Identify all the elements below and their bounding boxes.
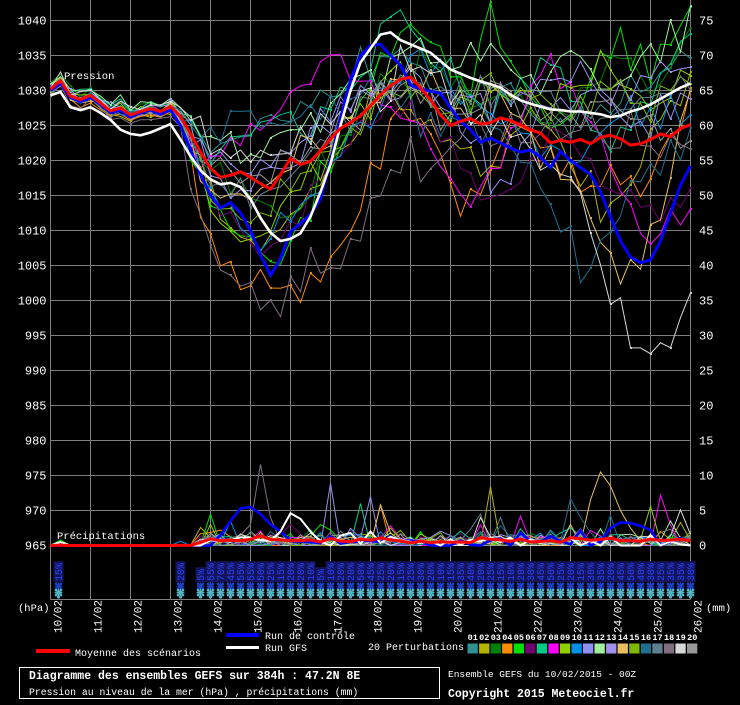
svg-text:965: 965 <box>25 540 47 554</box>
svg-text:20: 20 <box>699 400 713 414</box>
svg-text:1025: 1025 <box>18 120 47 134</box>
svg-text:10: 10 <box>699 470 713 484</box>
svg-text:35: 35 <box>699 295 713 309</box>
svg-text:70: 70 <box>699 50 713 64</box>
svg-text:55: 55 <box>699 155 713 169</box>
svg-text:17/02: 17/02 <box>334 600 346 633</box>
svg-text:15%: 15% <box>55 563 66 581</box>
svg-text:(mm): (mm) <box>706 603 731 615</box>
svg-text:20 Perturbations: 20 Perturbations <box>368 642 464 654</box>
svg-text:Moyenne des scénarios: Moyenne des scénarios <box>75 648 201 660</box>
svg-text:04: 04 <box>502 633 512 643</box>
svg-text:Précipitations: Précipitations <box>57 531 145 543</box>
svg-text:25: 25 <box>699 365 713 379</box>
svg-text:20/02: 20/02 <box>454 600 466 633</box>
svg-text:20%: 20% <box>177 563 188 581</box>
svg-text:13: 13 <box>606 633 616 643</box>
svg-text:Ensemble GEFS du 10/02/2015 -: Ensemble GEFS du 10/02/2015 - 00Z <box>448 669 636 680</box>
svg-text:Copyright 2015 Meteociel.fr: Copyright 2015 Meteociel.fr <box>448 688 634 700</box>
svg-text:1010: 1010 <box>18 225 47 239</box>
svg-text:20: 20 <box>687 633 697 643</box>
svg-text:1005: 1005 <box>18 260 47 274</box>
svg-text:75: 75 <box>699 15 713 29</box>
svg-text:1030: 1030 <box>18 85 47 99</box>
svg-text:16/02: 16/02 <box>294 600 306 633</box>
svg-text:06: 06 <box>525 633 535 643</box>
svg-text:23/02: 23/02 <box>574 600 586 633</box>
svg-text:12/02: 12/02 <box>134 600 146 633</box>
svg-text:19/02: 19/02 <box>414 600 426 633</box>
svg-text:Diagramme des ensembles GEFS s: Diagramme des ensembles GEFS sur 384h : … <box>29 670 360 683</box>
svg-text:18: 18 <box>664 633 674 643</box>
svg-text:15: 15 <box>629 633 639 643</box>
svg-text:65: 65 <box>699 85 713 99</box>
svg-text:25/02: 25/02 <box>654 600 666 633</box>
svg-text:14: 14 <box>618 633 628 643</box>
svg-text:Pression au niveau de la mer (: Pression au niveau de la mer (hPa) , pré… <box>29 687 358 698</box>
svg-text:50: 50 <box>699 190 713 204</box>
svg-text:17: 17 <box>652 633 662 643</box>
svg-text:01: 01 <box>468 633 478 643</box>
svg-text:10: 10 <box>572 633 582 643</box>
svg-text:Run GFS: Run GFS <box>265 644 307 655</box>
svg-text:02: 02 <box>479 633 489 643</box>
svg-text:12: 12 <box>595 633 605 643</box>
svg-text:21/02: 21/02 <box>494 600 506 633</box>
svg-text:05: 05 <box>514 633 524 643</box>
svg-text:11/02: 11/02 <box>94 600 106 633</box>
svg-text:15: 15 <box>699 435 713 449</box>
svg-text:07: 07 <box>537 633 547 643</box>
svg-text:1000: 1000 <box>18 295 47 309</box>
svg-text:975: 975 <box>25 470 47 484</box>
svg-text:30: 30 <box>699 330 713 344</box>
svg-text:08: 08 <box>548 633 558 643</box>
svg-text:980: 980 <box>25 435 47 449</box>
svg-text:24/02: 24/02 <box>614 600 626 633</box>
svg-text:22/02: 22/02 <box>534 600 546 633</box>
svg-text:Pression: Pression <box>64 71 114 83</box>
svg-text:1015: 1015 <box>18 190 47 204</box>
svg-text:995: 995 <box>25 330 47 344</box>
svg-text:40: 40 <box>699 260 713 274</box>
svg-text:15/02: 15/02 <box>254 600 266 633</box>
svg-text:(hPa): (hPa) <box>18 603 50 615</box>
svg-text:0: 0 <box>699 540 706 554</box>
svg-text:03: 03 <box>491 633 501 643</box>
svg-text:26/02: 26/02 <box>694 600 706 633</box>
svg-text:1035: 1035 <box>18 50 47 64</box>
svg-text:45: 45 <box>699 225 713 239</box>
svg-text:11: 11 <box>583 633 593 643</box>
svg-text:1040: 1040 <box>18 15 47 29</box>
svg-text:985: 985 <box>25 400 47 414</box>
svg-text:970: 970 <box>25 505 47 519</box>
svg-text:5: 5 <box>699 505 706 519</box>
svg-text:18/02: 18/02 <box>374 600 386 633</box>
svg-text:14/02: 14/02 <box>214 600 226 633</box>
svg-text:10/02: 10/02 <box>54 600 66 633</box>
svg-text:1020: 1020 <box>18 155 47 169</box>
svg-text:60: 60 <box>699 120 713 134</box>
svg-text:30%: 30% <box>687 563 698 581</box>
svg-text:19: 19 <box>675 633 685 643</box>
svg-text:09: 09 <box>560 633 570 643</box>
svg-text:Run de contrôle: Run de contrôle <box>265 631 355 643</box>
svg-text:13/02: 13/02 <box>174 600 186 633</box>
svg-text:990: 990 <box>25 365 47 379</box>
svg-text:16: 16 <box>641 633 651 643</box>
